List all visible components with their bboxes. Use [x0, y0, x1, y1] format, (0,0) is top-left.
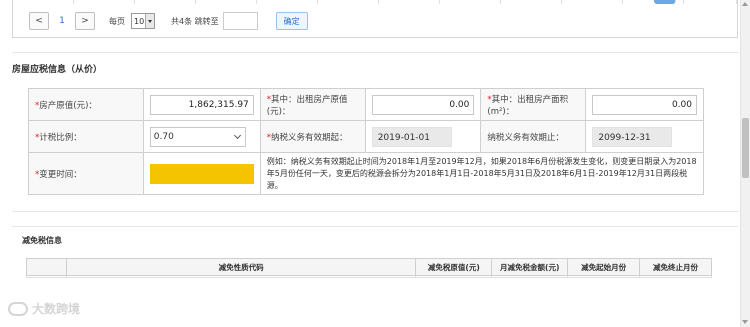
current-page-number[interactable]: 1 — [49, 16, 75, 26]
start-date-field: 2019-01-01 — [371, 126, 452, 147]
per-page-select[interactable]: 10 — [131, 13, 155, 29]
scroll-down-arrow-icon[interactable] — [742, 320, 748, 324]
watermark-logo-icon — [8, 301, 28, 316]
original-value-input[interactable]: 1,862,315.97 — [149, 94, 254, 115]
reduction-table: 减免性质代码 减免税原值(元) 月减免税金额(元) 减免起始月份 减免终止月份 — [26, 258, 712, 278]
per-page-label: 每页 — [109, 16, 125, 26]
rent-area-label: *其中：出租房产面积(m²)： — [480, 88, 587, 121]
table-header-row: 减免性质代码 减免税原值(元) 月减免税金额(元) 减免起始月份 减免终止月份 — [26, 258, 712, 276]
grid-header-remnant — [13, 0, 737, 4]
change-time-input[interactable] — [149, 163, 254, 184]
section-title-reduction: 减免税信息 — [22, 236, 62, 245]
tax-ratio-label: *计税比例： — [28, 120, 144, 153]
watermark-text: 大数跨境 — [32, 302, 81, 316]
change-time-note: 例如：纳税义务有效期起止时间为2018年1月至2019年12月，如果2018年6… — [259, 152, 705, 195]
scroll-up-arrow-icon[interactable] — [742, 2, 748, 6]
jump-to-page-input[interactable] — [222, 12, 258, 30]
start-date-label: *纳税义务有效期起： — [259, 120, 366, 153]
chevron-down-icon — [233, 131, 241, 139]
per-page-value: 10 — [134, 16, 145, 26]
table-row — [26, 275, 712, 278]
column-header: 月减免税金额(元) — [491, 258, 569, 276]
dropdown-arrow-icon[interactable] — [145, 14, 154, 28]
original-value-label: *房产原值(元)： — [28, 88, 144, 121]
prev-page-button[interactable]: < — [29, 12, 49, 30]
rent-area-input[interactable]: 0.00 — [592, 94, 697, 115]
watermark: 大数跨境 — [8, 300, 80, 317]
total-count-text: 共4条 跳转至 — [171, 16, 219, 26]
column-header — [26, 258, 67, 276]
grid-panel: < 1 > 每页 10 共4条 跳转至 确定 — [12, 0, 738, 38]
rent-value-input[interactable]: 0.00 — [371, 94, 475, 115]
confirm-button[interactable]: 确定 — [275, 12, 308, 30]
change-time-label: *变更时间： — [28, 152, 144, 195]
scroll-thumb[interactable] — [742, 118, 749, 178]
rent-value-label: *其中：出租房产原值(元)： — [259, 88, 366, 121]
column-header: 减免终止月份 — [639, 258, 712, 276]
vertical-scrollbar[interactable] — [740, 0, 750, 327]
pagination: < 1 > 每页 10 共4条 跳转至 确定 — [29, 11, 308, 31]
end-date-field: 2099-12-31 — [592, 126, 673, 147]
column-header: 减免性质代码 — [65, 258, 417, 276]
column-header: 减免起始月份 — [567, 258, 641, 276]
house-tax-form: *房产原值(元)： 1,862,315.97 *其中：出租房产原值(元)： 0.… — [28, 88, 705, 195]
section-title-house-tax: 房屋应税信息（从价） — [12, 65, 103, 75]
next-page-button[interactable]: > — [75, 12, 95, 30]
column-header: 减免税原值(元) — [415, 258, 493, 276]
tax-ratio-select[interactable]: 0.70 — [149, 126, 246, 147]
end-date-label: 纳税义务有效期止： — [480, 120, 587, 153]
